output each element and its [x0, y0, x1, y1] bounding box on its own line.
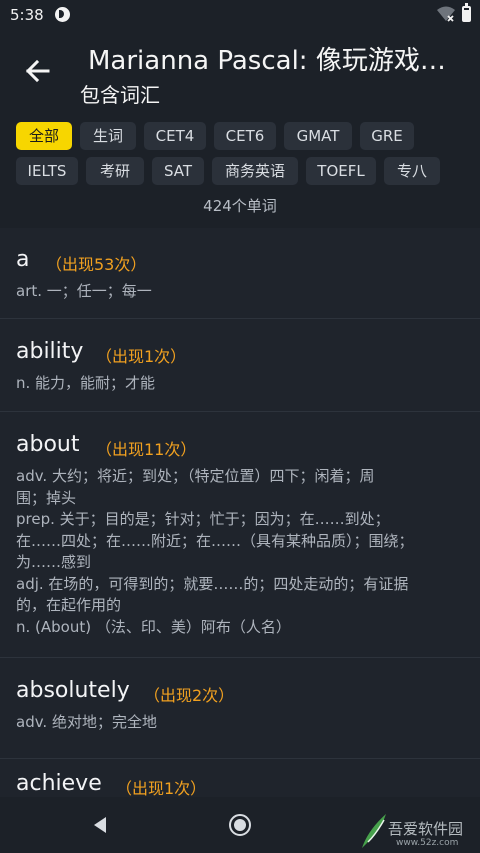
entry-word: achieve [16, 771, 102, 796]
word-entry-about[interactable]: about （出现11次） adv. 大约；将近；到处；（特定位置）四下；闲着；… [0, 412, 480, 658]
battery-icon [462, 3, 471, 22]
filter-chip-cet6[interactable]: CET6 [214, 122, 276, 150]
word-entry-achieve[interactable]: achieve （出现1次） [0, 759, 480, 797]
entry-definition: adv. 大约；将近；到处；（特定位置）四下；闲着；周 围；掉头 prep. 关… [16, 467, 414, 636]
filter-chip-kaoyan[interactable]: 考研 [86, 157, 144, 185]
status-time: 5:38 [10, 6, 44, 24]
word-list[interactable]: a （出现53次） art. 一；任一；每一 ability （出现1次） n.… [0, 228, 480, 797]
word-count: 424个单词 [203, 197, 277, 215]
page-title: Marianna Pascal: 像玩游戏… [88, 46, 446, 76]
filter-chip-gre[interactable]: GRE [360, 122, 414, 150]
filter-chip-tem8[interactable]: 专八 [384, 157, 440, 185]
watermark-url: www.52z.com [396, 838, 459, 848]
wifi-off-icon [437, 6, 455, 22]
status-bar: 5:38 [0, 0, 480, 30]
filter-chip-gmat[interactable]: GMAT [284, 122, 352, 150]
entry-word: absolutely [16, 678, 130, 703]
back-arrow-icon[interactable] [20, 53, 56, 89]
filter-chip-cet4[interactable]: CET4 [144, 122, 206, 150]
word-entry-absolutely[interactable]: absolutely （出现2次） adv. 绝对地；完全地 [0, 658, 480, 759]
entry-word: about [16, 432, 80, 457]
entry-word: ability [16, 339, 84, 364]
entry-count: （出现1次） [116, 779, 207, 797]
watermark-logo-icon [362, 814, 386, 848]
filter-chip-all[interactable]: 全部 [16, 122, 72, 150]
entry-count: （出现53次） [46, 255, 147, 274]
entry-count: （出现11次） [96, 440, 197, 459]
entry-definition: art. 一；任一；每一 [16, 282, 152, 300]
app-notification-icon [55, 7, 70, 22]
entry-count: （出现2次） [144, 686, 235, 705]
nav-home-icon[interactable] [229, 814, 251, 836]
entry-word: a [16, 247, 30, 272]
page-subtitle: 包含词汇 [80, 83, 160, 107]
nav-back-icon[interactable] [90, 815, 110, 835]
watermark-text: 吾爱软件园 [388, 820, 464, 838]
filter-chip-new-words[interactable]: 生词 [80, 122, 136, 150]
filter-chip-sat[interactable]: SAT [152, 157, 204, 185]
word-entry-ability[interactable]: ability （出现1次） n. 能力，能耐；才能 [0, 319, 480, 412]
header: Marianna Pascal: 像玩游戏… 包含词汇 全部 生词 CET4 C… [0, 30, 480, 228]
entry-definition: adv. 绝对地；完全地 [16, 713, 157, 731]
word-entry-a[interactable]: a （出现53次） art. 一；任一；每一 [0, 228, 480, 319]
entry-definition: n. 能力，能耐；才能 [16, 374, 156, 392]
filter-chip-toefl[interactable]: TOEFL [306, 157, 376, 185]
filter-chip-business-english[interactable]: 商务英语 [212, 157, 298, 185]
filter-chip-ielts[interactable]: IELTS [16, 157, 78, 185]
entry-count: （出现1次） [96, 347, 187, 366]
